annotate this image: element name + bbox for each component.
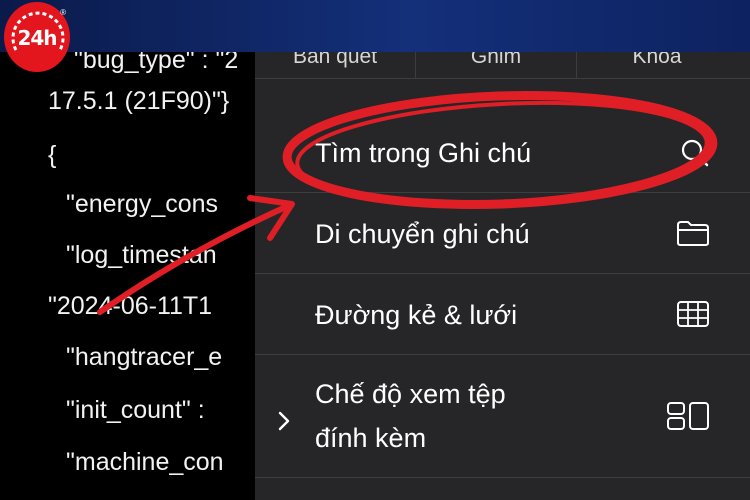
logo-text: 24h — [17, 26, 57, 50]
code-line: "machine_con — [66, 448, 224, 476]
code-line: "log_timestan — [66, 241, 217, 269]
menu-item-label: Di chuyển ghi chú — [315, 219, 530, 249]
menu-item-label-line1: Chế độ xem tệp — [315, 379, 506, 409]
menu-item-label: Tìm trong Ghi chú — [315, 138, 532, 168]
menu-item-label-line2: đính kèm — [315, 423, 427, 453]
code-line: 17.5.1 (21F90)"} — [48, 87, 230, 115]
site-logo[interactable]: 24h ® — [4, 2, 70, 72]
code-line: { — [48, 141, 57, 169]
menu-item-move-note[interactable]: Di chuyển ghi chú — [255, 193, 750, 274]
menu-item-find-in-note[interactable]: Tìm trong Ghi chú — [255, 112, 750, 193]
logo-registered-mark: ® — [60, 8, 66, 17]
code-line: "2024-06-11T1 — [48, 292, 213, 320]
folder-icon — [677, 221, 709, 246]
code-line: "init_count" : — [66, 396, 205, 424]
menu-item-attachment-view[interactable]: Chế độ xem tệp đính kèm — [255, 355, 750, 478]
search-icon — [681, 139, 709, 167]
code-line: "hangtracer_e — [66, 343, 223, 371]
code-line: "energy_cons — [66, 190, 219, 218]
menu-item-label: Đường kẻ & lưới — [315, 300, 518, 330]
chevron-right-icon — [278, 411, 290, 431]
context-menu: Bản quét Ghim Khóa Tìm trong Ghi chú Di … — [255, 0, 750, 500]
code-view: "bug_type" : "2 17.5.1 (21F90)"} { "ener… — [0, 0, 270, 500]
attachment-view-icon — [667, 402, 709, 430]
grid-icon — [677, 301, 709, 327]
header-banner — [0, 0, 750, 52]
menu-item-lines-grids[interactable]: Đường kẻ & lưới — [255, 274, 750, 355]
